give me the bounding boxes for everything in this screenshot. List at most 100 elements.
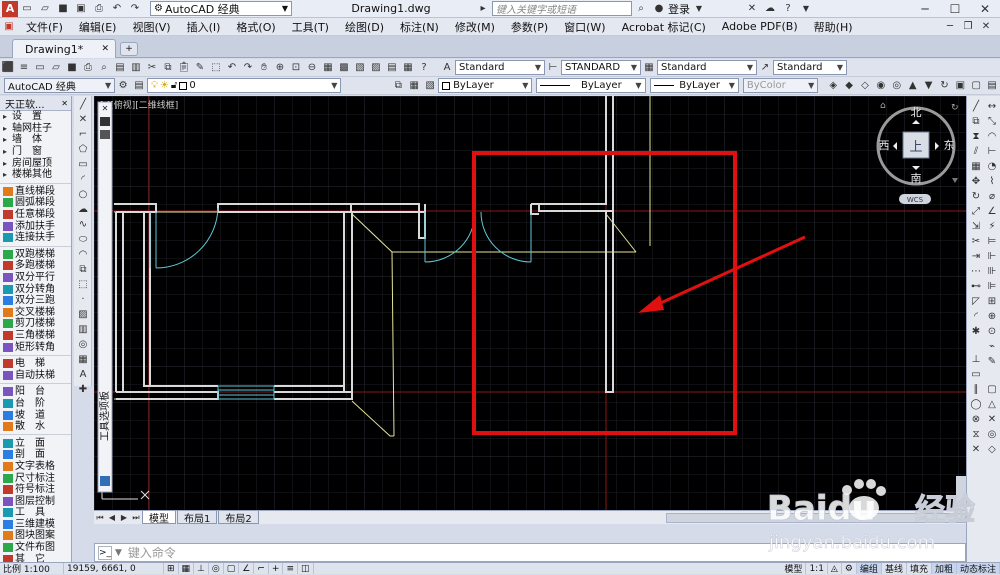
help-icon[interactable]: ? bbox=[780, 2, 796, 16]
otrack-toggle-icon[interactable]: ∠ bbox=[239, 563, 255, 574]
layer-state-icon[interactable]: ▧ bbox=[423, 79, 437, 93]
line-icon[interactable]: ╱ bbox=[76, 97, 90, 111]
table-style-icon[interactable]: ▦ bbox=[642, 61, 656, 75]
menu-file[interactable]: 文件(F) bbox=[18, 19, 71, 35]
insert-block-icon[interactable]: ⧉ bbox=[76, 262, 90, 276]
tangent-icon[interactable]: ◯ bbox=[969, 397, 983, 411]
text-style-dropdown[interactable]: Standard ▼ bbox=[455, 60, 545, 75]
menu-edit[interactable]: 编辑(E) bbox=[71, 19, 125, 35]
workspace-switch-icon[interactable]: ⚙ bbox=[842, 563, 857, 574]
user-icon[interactable]: ● bbox=[651, 2, 667, 16]
fly-icon[interactable]: ▼ bbox=[922, 79, 936, 93]
walk-icon[interactable]: ▲ bbox=[906, 79, 920, 93]
rectangle-icon[interactable]: ▭ bbox=[76, 157, 90, 171]
menu-insert[interactable]: 插入(I) bbox=[179, 19, 229, 35]
tianzheng-menu-item[interactable]: 图层控制 bbox=[0, 495, 71, 507]
tianzheng-menu-item[interactable]: 自动扶梯 bbox=[0, 369, 71, 381]
break-icon[interactable]: ⋯ bbox=[969, 264, 983, 278]
doc-minimize-icon[interactable]: ─ bbox=[942, 20, 958, 34]
orbit-icon[interactable]: ↻ bbox=[938, 79, 952, 93]
erase-icon[interactable]: ╱ bbox=[969, 99, 983, 113]
color-dropdown[interactable]: ByLayer ▼ bbox=[438, 78, 533, 93]
offset-icon[interactable]: ⫽ bbox=[969, 144, 983, 158]
menu-tools[interactable]: 工具(T) bbox=[284, 19, 337, 35]
explode-icon[interactable]: ✱ bbox=[969, 324, 983, 338]
ellipse-arc-icon[interactable]: ◠ bbox=[76, 247, 90, 261]
qnew-icon[interactable]: ▭ bbox=[33, 61, 47, 75]
plot-icon[interactable]: ⎙ bbox=[81, 61, 95, 75]
tianzheng-menu-item[interactable]: 工 具 bbox=[0, 507, 71, 519]
menu-app-icon[interactable]: ▣ bbox=[1, 20, 17, 34]
match-prop-icon[interactable]: ✎ bbox=[193, 61, 207, 75]
menu-modify[interactable]: 修改(M) bbox=[447, 19, 503, 35]
intersection-icon[interactable]: ✕ bbox=[985, 412, 999, 426]
tianzheng-menu-item[interactable]: 其 它 bbox=[0, 553, 71, 562]
tianzheng-menu-item[interactable]: 散 水 bbox=[0, 421, 71, 433]
endpoint-icon[interactable]: ▢ bbox=[985, 382, 999, 396]
new-tab-button[interactable]: + bbox=[120, 42, 138, 56]
a360-icon[interactable]: ☁ bbox=[762, 2, 778, 16]
annotation-visibility-icon[interactable]: ◬ bbox=[828, 563, 842, 574]
tianzheng-menu-item[interactable]: 双跑楼梯 bbox=[0, 249, 71, 261]
quadrant-icon[interactable]: ◇ bbox=[985, 442, 999, 456]
layer-dropdown[interactable]: 💡︎ ☀ 🔓︎ 0 ▼ bbox=[146, 78, 342, 93]
dim-ordinate-icon[interactable]: ⊢ bbox=[985, 144, 999, 158]
make-current-icon[interactable]: ⧉ bbox=[391, 79, 405, 93]
tianzheng-menu-item[interactable]: ▸ 设 置 bbox=[0, 111, 71, 123]
help-toolbar-icon[interactable]: ? bbox=[417, 61, 431, 75]
text-style-icon[interactable]: A bbox=[440, 61, 454, 75]
doc-restore-icon[interactable]: ❐ bbox=[960, 20, 976, 34]
tianzheng-menu-item[interactable]: 双分三跑 bbox=[0, 295, 71, 307]
preview-icon[interactable]: ⌕ bbox=[97, 61, 111, 75]
ortho-toggle-icon[interactable]: ⊥ bbox=[194, 563, 209, 574]
rotate-icon[interactable]: ↻ bbox=[969, 189, 983, 203]
dim-space-icon[interactable]: ⊪ bbox=[985, 264, 999, 278]
trim-icon[interactable]: ✂ bbox=[969, 234, 983, 248]
tianzheng-menu-item[interactable]: 双分转角 bbox=[0, 283, 71, 295]
scale-icon[interactable]: ⤢ bbox=[969, 204, 983, 218]
calc-icon[interactable]: ▦ bbox=[401, 61, 415, 75]
arc-icon[interactable]: ◜ bbox=[76, 172, 90, 186]
nearest-icon[interactable]: ⧖ bbox=[969, 427, 983, 441]
table-icon[interactable]: ▦ bbox=[76, 352, 90, 366]
redo-toolbar-icon[interactable]: ↷ bbox=[241, 61, 255, 75]
tab-close-icon[interactable]: ✕ bbox=[101, 44, 109, 54]
exchange-icon[interactable]: ✕ bbox=[744, 2, 760, 16]
toggle-dynamic-dim[interactable]: 动态标注 bbox=[956, 563, 1000, 575]
compass-north-label[interactable]: 北 bbox=[911, 106, 922, 119]
tool-palettes-icon[interactable]: ▧ bbox=[353, 61, 367, 75]
tianzheng-menu-item[interactable]: 剪刀楼梯 bbox=[0, 318, 71, 330]
menu-window[interactable]: 窗口(W) bbox=[556, 19, 613, 35]
polar-toggle-icon[interactable]: ◎ bbox=[209, 563, 224, 574]
tianzheng-menu-item[interactable]: 三角楼梯 bbox=[0, 330, 71, 342]
dim-jogged-icon[interactable]: ⌇ bbox=[985, 174, 999, 188]
add-selected-icon[interactable]: ✚ bbox=[76, 382, 90, 396]
menu-acrobat[interactable]: Acrobat 标记(C) bbox=[614, 19, 714, 35]
copy-icon[interactable]: ⧉ bbox=[161, 61, 175, 75]
node-icon[interactable]: ⊗ bbox=[969, 412, 983, 426]
tianzheng-menu-item[interactable]: 文件布图 bbox=[0, 542, 71, 554]
menu-dimension[interactable]: 标注(N) bbox=[392, 19, 447, 35]
scale-readout[interactable]: 比例 1:100 bbox=[0, 563, 64, 575]
panel-close-icon[interactable]: ✕ bbox=[61, 99, 68, 108]
light-icon[interactable]: ◉ bbox=[874, 79, 888, 93]
zoom-previous-icon[interactable]: ⊖ bbox=[305, 61, 319, 75]
mtext-icon[interactable]: A bbox=[76, 367, 90, 381]
camera-icon[interactable]: ◎ bbox=[890, 79, 904, 93]
model-space-toggle[interactable]: 模型 bbox=[781, 563, 807, 575]
block-editor-icon[interactable]: ⬚ bbox=[209, 61, 223, 75]
command-prompt-icon[interactable]: >_ bbox=[98, 545, 112, 560]
dim-quick-icon[interactable]: ⚡︎ bbox=[985, 219, 999, 233]
tab-drawing1[interactable]: Drawing1* ✕ bbox=[12, 39, 116, 58]
lwt-toggle-icon[interactable]: ≡ bbox=[283, 563, 298, 574]
osnap-toggle-icon[interactable]: ▢ bbox=[224, 563, 240, 574]
tianzheng-menu-item[interactable]: 尺寸标注 bbox=[0, 472, 71, 484]
first-layout-icon[interactable]: ⏮ bbox=[94, 512, 106, 524]
stretch-icon[interactable]: ⇲ bbox=[969, 219, 983, 233]
spline-icon[interactable]: ∿ bbox=[76, 217, 90, 231]
plotstyle-dropdown[interactable]: ByColor ▼ bbox=[742, 78, 819, 93]
linetype-dropdown[interactable]: ByLayer ▼ bbox=[536, 78, 646, 93]
dim-break-icon[interactable]: ⊫ bbox=[985, 279, 999, 293]
tianzheng-menu-item[interactable]: 坡 道 bbox=[0, 409, 71, 421]
sheet-set-icon[interactable]: ▨ bbox=[369, 61, 383, 75]
